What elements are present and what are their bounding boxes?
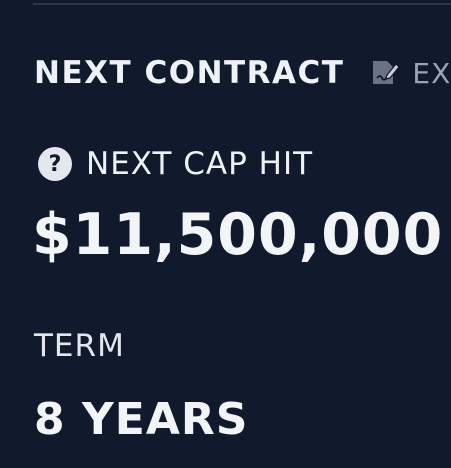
cap-hit-label: NEXT CAP HIT <box>86 146 314 182</box>
contract-link-label: EX <box>412 56 451 90</box>
term-label: TERM <box>34 328 125 364</box>
contract-edit-icon <box>368 57 401 89</box>
contract-expand-link[interactable]: EX <box>368 57 451 90</box>
next-contract-header: NEXT CONTRACT EX <box>34 55 451 91</box>
section-title: NEXT CONTRACT <box>34 55 345 91</box>
term-value: 8 YEARS <box>34 394 249 445</box>
top-divider <box>33 3 451 5</box>
cap-hit-label-row: ? NEXT CAP HIT <box>38 146 313 182</box>
cap-hit-value: $11,500,000 <box>32 202 444 268</box>
question-circle-icon[interactable]: ? <box>38 147 72 181</box>
